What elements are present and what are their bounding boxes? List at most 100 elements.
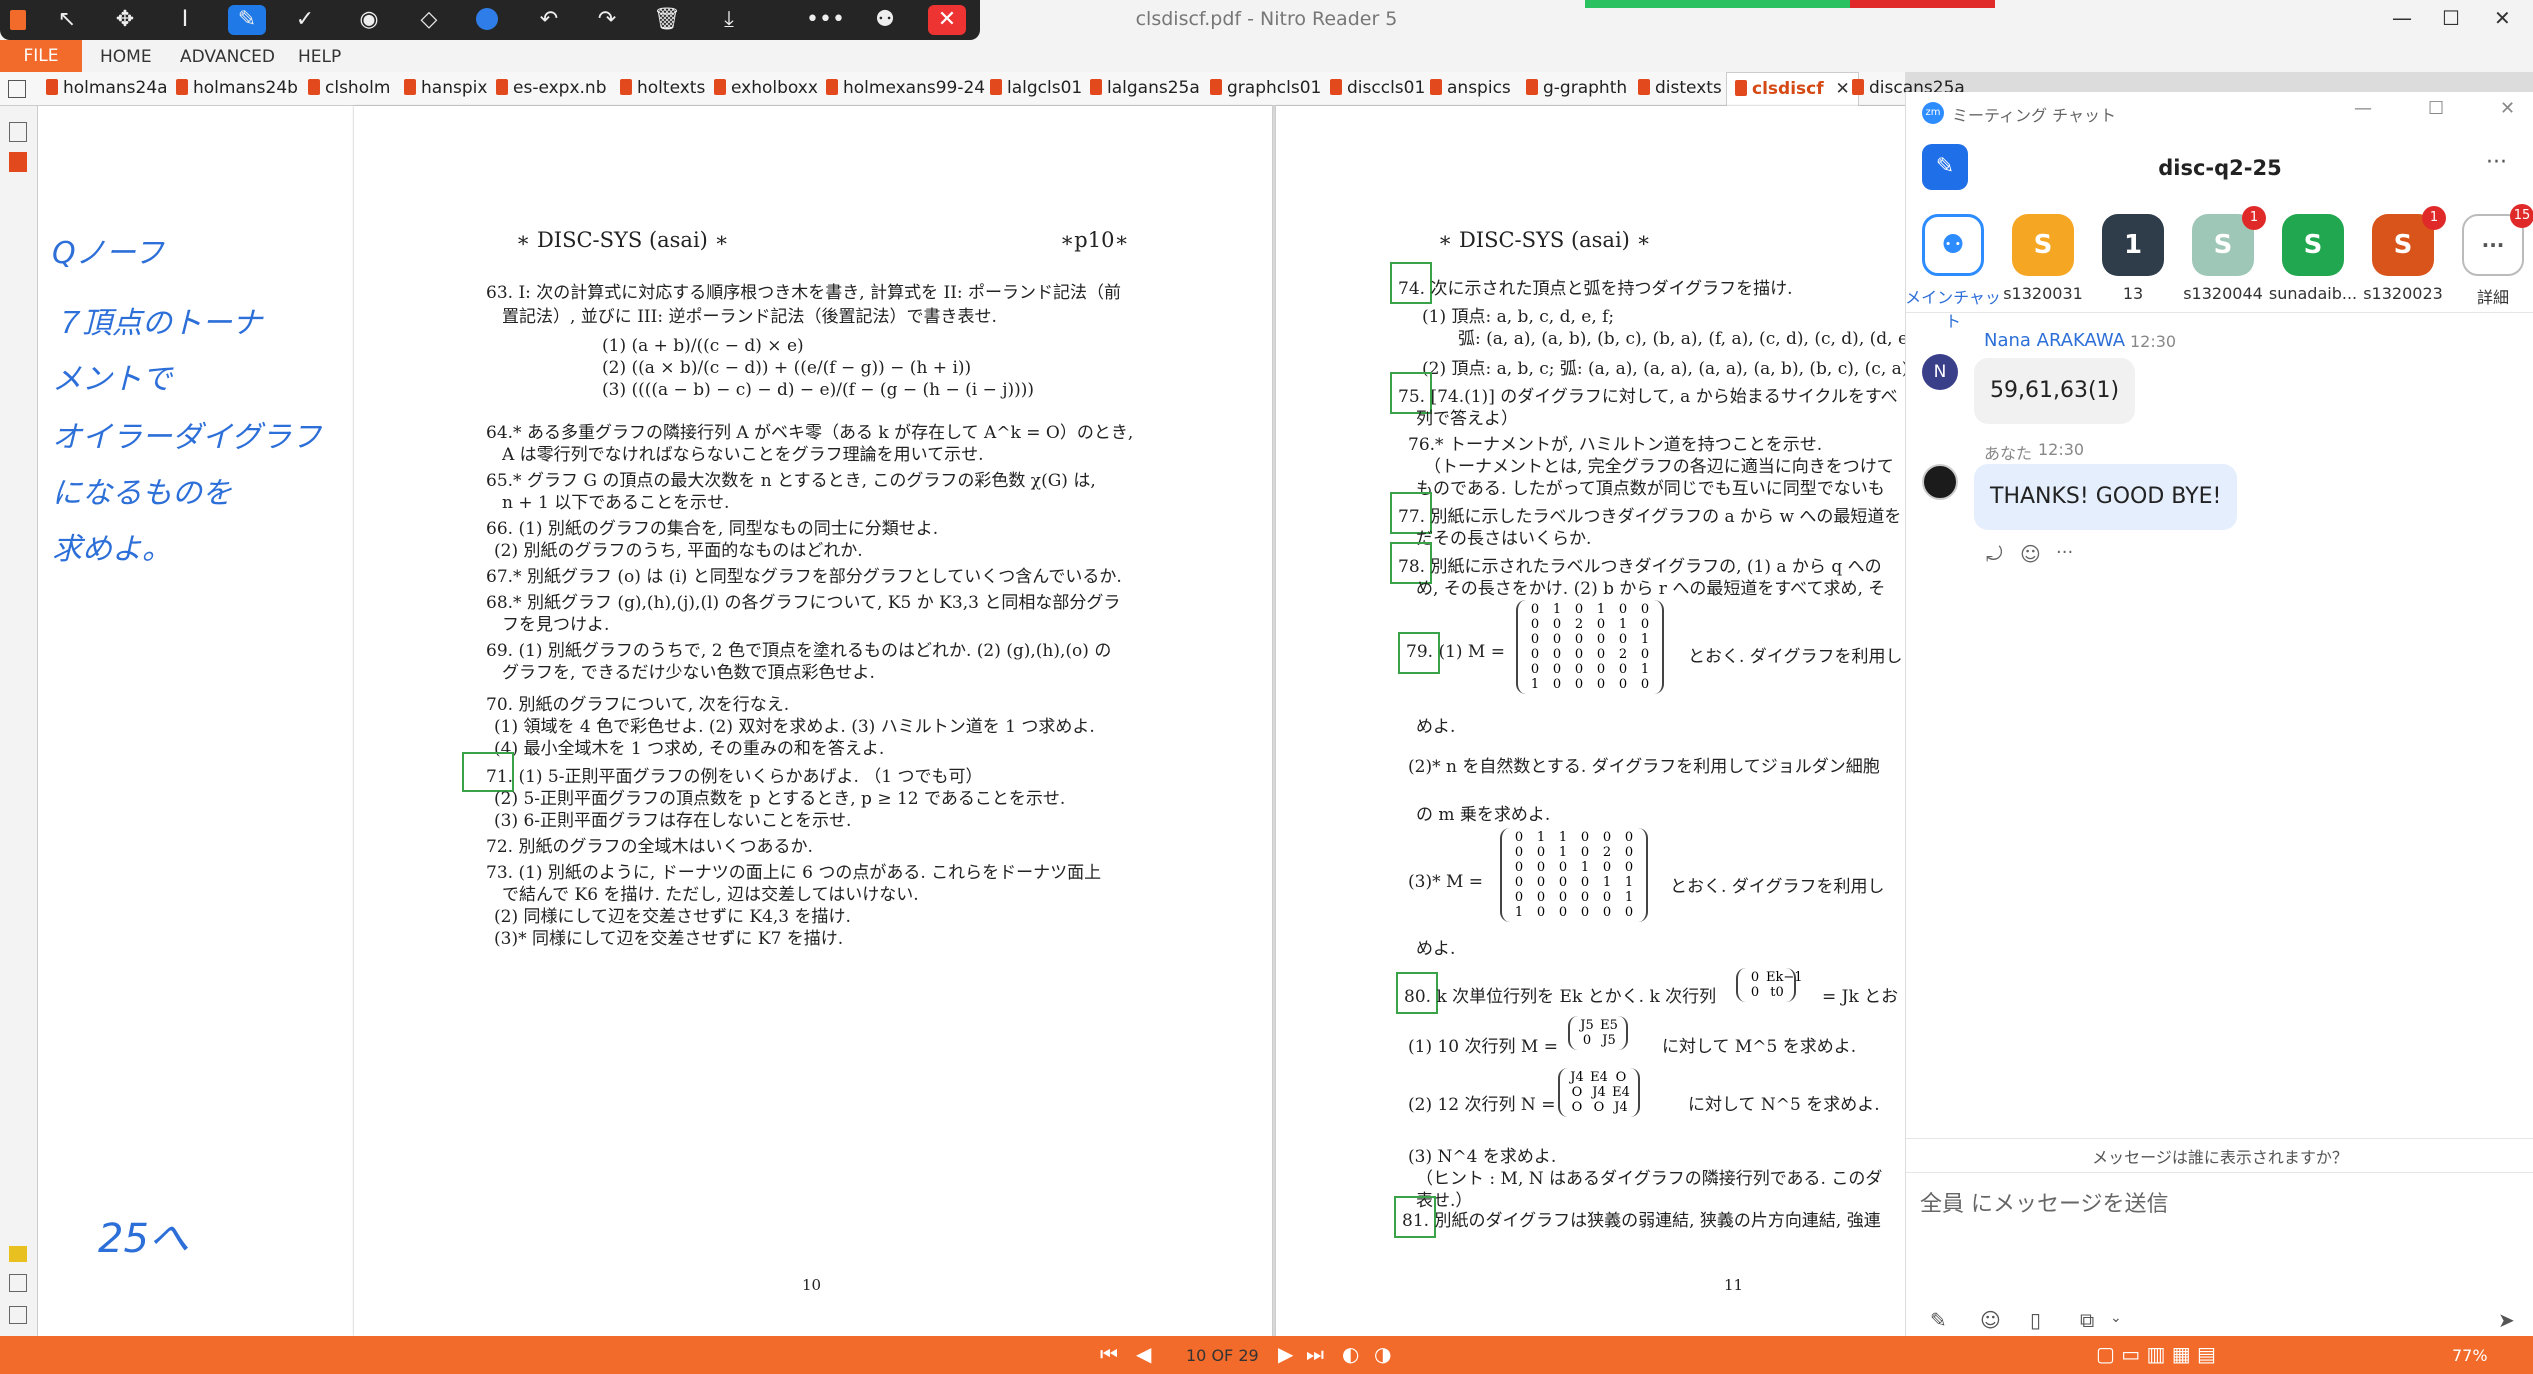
pen-icon[interactable]: ✎	[228, 5, 266, 35]
matrix-row: 011000	[1508, 830, 1640, 845]
tab-clsholm[interactable]: clsholm	[308, 78, 390, 98]
next-page-icon[interactable]: ▶	[1278, 1342, 1293, 1366]
emoji-icon[interactable]: ☺	[1980, 1308, 2001, 1332]
tab-close-icon[interactable]: ✕	[1836, 79, 1850, 99]
page-header: ∗ DISC-SYS (asai) ∗	[1438, 228, 1651, 252]
advanced-menu[interactable]: ADVANCED	[180, 47, 275, 67]
reply-icon[interactable]: ⤾	[1986, 542, 2003, 566]
undo-icon[interactable]: ↶	[530, 5, 568, 35]
tab-anspics[interactable]: anspics	[1430, 78, 1511, 98]
minimize-icon[interactable]: —	[2354, 98, 2372, 119]
pages-icon[interactable]	[9, 122, 27, 142]
prev-page-icon[interactable]: ◀	[1136, 1342, 1151, 1366]
tab-clsdiscf[interactable]: clsdiscf ✕	[1726, 72, 1859, 106]
text-cursor-icon[interactable]: I	[166, 5, 204, 35]
matrix-cell: O	[1593, 1100, 1605, 1115]
problem-line: 弧: (a, a), (a, b), (b, c), (b, a), (f, a…	[1458, 329, 1905, 349]
forward-view-icon[interactable]: ◑	[1374, 1342, 1391, 1366]
participant-icon[interactable]: ⚉	[866, 5, 904, 35]
format-icon[interactable]: ✎	[1930, 1308, 1947, 1332]
matrix-cell: 1	[1552, 602, 1562, 617]
matrix-cell: 0	[1580, 905, 1590, 920]
matrix-row: 100000	[1524, 677, 1656, 692]
message-more-icon[interactable]: ···	[2056, 542, 2073, 563]
matrix-cell: 1	[1640, 632, 1650, 647]
matrix-cell: E5	[1600, 1018, 1618, 1033]
tab-es-expx[interactable]: es-expx.nb	[496, 78, 607, 98]
matrix-cell: 1	[1558, 830, 1568, 845]
help-menu[interactable]: HELP	[298, 47, 341, 67]
move-icon[interactable]: ✥	[106, 5, 144, 35]
eraser-icon[interactable]: ◇	[410, 5, 448, 35]
maximize-icon[interactable]: ☐	[2442, 6, 2460, 30]
visibility-notice[interactable]: メッセージは誰に表示されますか？	[1906, 1144, 2533, 1168]
maximize-icon[interactable]: ☐	[2428, 98, 2444, 119]
bookmark-icon[interactable]	[9, 152, 27, 172]
more-icon[interactable]: ···	[2486, 150, 2507, 175]
close-icon[interactable]: ✕	[2494, 6, 2511, 30]
minimize-icon[interactable]: —	[2392, 6, 2412, 30]
page-indicator[interactable]: 10 OF 29	[1186, 1346, 1259, 1365]
color-icon[interactable]	[468, 5, 506, 35]
comments-icon[interactable]	[9, 1246, 27, 1262]
matrix-cell: 0	[1574, 662, 1584, 677]
divider	[1906, 1138, 2533, 1139]
redo-icon[interactable]: ↷	[588, 5, 626, 35]
trash-icon[interactable]: 🗑	[648, 5, 686, 35]
matrix-cell: 0	[1582, 1033, 1592, 1048]
tab-list-icon[interactable]	[8, 80, 26, 98]
layers-icon[interactable]	[9, 1306, 27, 1324]
check-icon[interactable]: ✓	[286, 5, 324, 35]
participant-avatar[interactable]: S	[2282, 214, 2344, 276]
emoji-reaction-icon[interactable]: ☺	[2020, 542, 2041, 566]
page-number: 10	[802, 1276, 822, 1294]
matrix-cell: 1	[1618, 617, 1628, 632]
zoom-level[interactable]: 77%	[2452, 1346, 2488, 1365]
view-mode-icon[interactable]: ▢ ▭ ▥ ▦ ▤	[2096, 1342, 2216, 1366]
close-annotation-icon[interactable]: ✕	[928, 5, 966, 35]
matrix-cell: 0	[1750, 970, 1760, 985]
matrix-cell: J4	[1592, 1085, 1606, 1100]
pointer-icon[interactable]: ↖	[48, 5, 86, 35]
send-icon[interactable]: ➤	[2498, 1308, 2515, 1332]
tab-holmans24a[interactable]: holmans24a	[46, 78, 168, 98]
problem-line: 列で答えよ）	[1416, 409, 1518, 429]
tab-hanspix[interactable]: hanspix	[404, 78, 487, 98]
tab-lalgcls01[interactable]: lalgcls01	[990, 78, 1082, 98]
page-number: 11	[1724, 1276, 1744, 1294]
tab-lalgans25a[interactable]: lalgans25a	[1090, 78, 1200, 98]
matrix-row: J4 E4 O	[1566, 1070, 1632, 1085]
tab-holmexans99-24[interactable]: holmexans99-24	[826, 78, 985, 98]
tab-graphcls01[interactable]: graphcls01	[1210, 78, 1321, 98]
matrix-cell: 0	[1530, 602, 1540, 617]
back-view-icon[interactable]: ◐	[1342, 1342, 1359, 1366]
pdf-icon	[1852, 79, 1864, 95]
first-page-icon[interactable]: ⏮	[1100, 1342, 1118, 1366]
matrix-cell: 1	[1536, 830, 1546, 845]
tab-holmans24b[interactable]: holmans24b	[176, 78, 298, 98]
spotlight-icon[interactable]: ◉	[350, 5, 388, 35]
participant-avatar[interactable]: 1	[2102, 214, 2164, 276]
file-icon[interactable]: ▯	[2030, 1308, 2041, 1332]
chevron-down-icon[interactable]: ⌄	[2110, 1310, 2122, 1326]
problem-line: (1) 10 次行列 M =	[1408, 1037, 1558, 1057]
more-icon[interactable]: •••	[806, 5, 845, 35]
tab-disccls01[interactable]: disccls01	[1330, 78, 1425, 98]
pdf-page-11: ∗ DISC-SYS (asai) ∗ 74. 次に示された頂点と弧を持つダイグ…	[1276, 106, 1905, 1336]
last-page-icon[interactable]: ⏭	[1306, 1342, 1324, 1366]
home-menu[interactable]: HOME	[100, 47, 152, 67]
file-menu[interactable]: FILE	[0, 40, 82, 72]
main-chat-icon[interactable]: ⚉	[1922, 214, 1984, 276]
participant-avatar[interactable]: S	[2012, 214, 2074, 276]
screenshot-icon[interactable]: ⧉	[2080, 1308, 2094, 1332]
chat-input[interactable]: 全員 にメッセージを送信	[1920, 1186, 2169, 1218]
close-icon[interactable]: ✕	[2500, 98, 2515, 119]
formula-line: (3) ((((a − b) − c) − d) − e)/(f − (g − …	[602, 380, 1035, 400]
matrix-row: 0 J5	[1576, 1033, 1620, 1048]
download-icon[interactable]: ⤓	[710, 5, 748, 35]
attachments-icon[interactable]	[9, 1274, 27, 1292]
tab-holtexts[interactable]: holtexts	[620, 78, 705, 98]
tab-distexts[interactable]: distexts	[1638, 78, 1722, 98]
tab-g-graphth[interactable]: g-graphth	[1526, 78, 1627, 98]
tab-exholboxx[interactable]: exholboxx	[714, 78, 818, 98]
